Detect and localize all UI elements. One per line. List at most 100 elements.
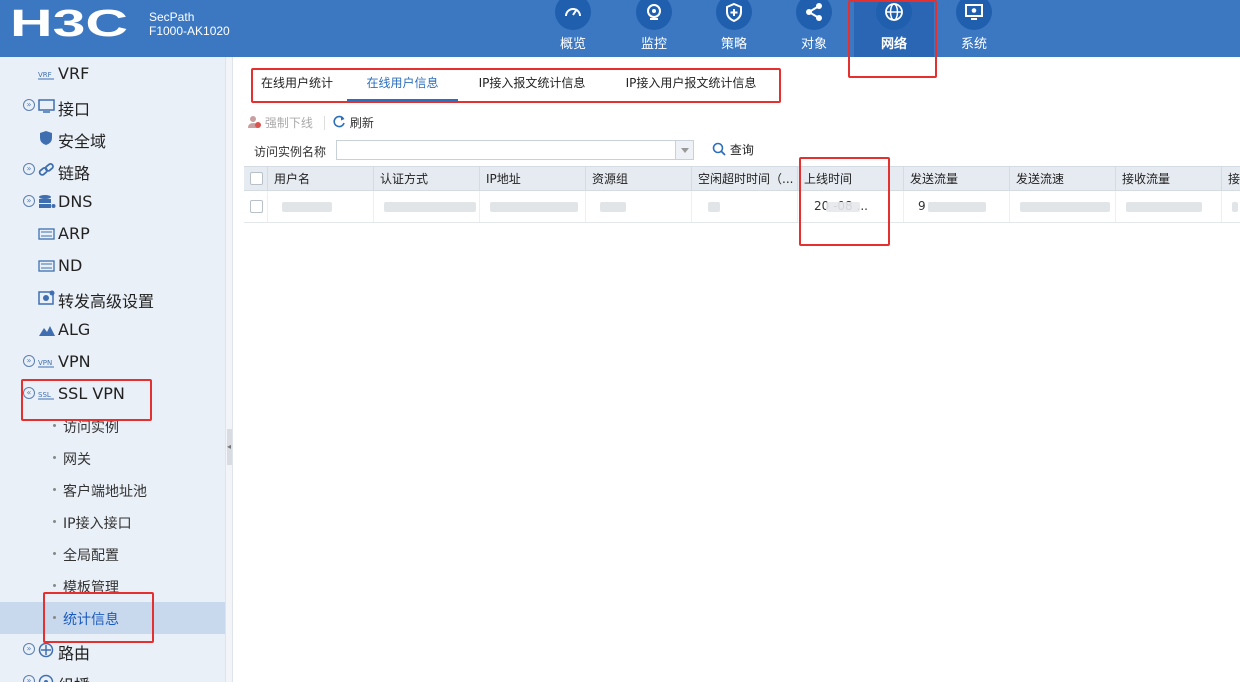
sidebar-subitem-label: 客户端地址池 <box>63 484 147 500</box>
product-line: SecPath <box>149 10 195 24</box>
sidebar-item-nd[interactable]: ND <box>0 250 225 282</box>
sidebar: VRF VRF » 接口 安全域 » 链路 » DNS ARP ND 转发高级设… <box>0 57 225 682</box>
cell-receive-traffic <box>1116 191 1222 222</box>
nav-object[interactable]: 对象 <box>774 0 854 57</box>
nav-policy[interactable]: 策略 <box>694 0 774 57</box>
collapse-sidebar-handle[interactable]: ◂ <box>227 429 232 465</box>
gauge-icon <box>565 8 581 17</box>
sidebar-splitter[interactable]: ◂ <box>225 57 233 682</box>
sidebar-item-dns[interactable]: » DNS <box>0 186 225 218</box>
nav-label: 监控 <box>640 37 667 52</box>
tab-online-user-info[interactable]: 在线用户信息 <box>347 67 458 101</box>
sidebar-item-label: 安全域 <box>58 132 107 151</box>
nav-overview[interactable]: 概览 <box>533 0 613 57</box>
link-icon <box>38 162 56 178</box>
col-resource-group[interactable]: 资源组 <box>586 167 692 191</box>
nav-monitor[interactable]: 监控 <box>614 0 694 57</box>
access-instance-select[interactable] <box>336 140 694 160</box>
alg-icon <box>38 322 56 338</box>
redacted-value <box>1020 202 1110 212</box>
nav-network[interactable]: 网络 <box>854 0 934 57</box>
sidebar-item-forward-settings[interactable]: 转发高级设置 <box>0 282 225 314</box>
expand-icon[interactable]: » <box>23 163 35 175</box>
expand-icon[interactable]: » <box>23 195 35 207</box>
cell-login-time: 20 -08 ... <box>798 191 904 222</box>
query-button[interactable]: 查询 <box>712 141 754 159</box>
col-login-time[interactable]: 上线时间 <box>798 167 904 191</box>
col-auth-method[interactable]: 认证方式 <box>374 167 480 191</box>
col-idle-timeout[interactable]: 空闲超时时间（... <box>692 167 798 191</box>
sidebar-item-label: VRF <box>58 64 90 83</box>
col-username[interactable]: 用户名 <box>268 167 374 191</box>
col-receive-rate[interactable]: 接 <box>1222 167 1240 191</box>
tab-online-user-stats[interactable]: 在线用户统计 <box>254 67 340 101</box>
row-checkbox[interactable] <box>250 200 263 213</box>
sidebar-item-link[interactable]: » 链路 <box>0 154 225 186</box>
col-label: IP地址 <box>486 172 521 186</box>
sidebar-item-interface[interactable]: » 接口 <box>0 90 225 122</box>
dropdown-arrow-icon[interactable] <box>675 141 693 159</box>
sidebar-subitem-access-instance[interactable]: 访问实例 <box>0 410 225 442</box>
col-label: 上线时间 <box>804 172 853 186</box>
sidebar-item-route[interactable]: » 路由 <box>0 634 225 666</box>
expand-icon[interactable]: » <box>23 643 35 655</box>
table-row[interactable]: 20 -08 ... 9 <box>244 191 1240 223</box>
sidebar-subitem-statistics[interactable]: 统计信息 <box>0 602 225 634</box>
sidebar-subitem-template[interactable]: 模板管理 <box>0 570 225 602</box>
sidebar-item-vpn[interactable]: » VPN VPN <box>0 346 225 378</box>
sidebar-item-label: 链路 <box>58 164 91 183</box>
col-ip-address[interactable]: IP地址 <box>480 167 586 191</box>
redacted-value <box>1232 202 1238 212</box>
sidebar-item-security-zone[interactable]: 安全域 <box>0 122 225 154</box>
refresh-button[interactable]: 刷新 <box>332 112 374 134</box>
shield-plus-icon <box>726 2 742 22</box>
sidebar-item-alg[interactable]: ALG <box>0 314 225 346</box>
multicast-icon <box>38 674 56 682</box>
col-label: 发送流速 <box>1016 172 1065 186</box>
col-label: 空闲超时时间（... <box>698 172 794 186</box>
sidebar-subitem-gateway[interactable]: 网关 <box>0 442 225 474</box>
redacted-value <box>282 202 332 212</box>
sidebar-subitem-ip-access-interface[interactable]: IP接入接口 <box>0 506 225 538</box>
tab-label: IP接入用户报文统计信息 <box>625 76 757 90</box>
sidebar-subitem-global-config[interactable]: 全局配置 <box>0 538 225 570</box>
sidebar-item-label: ALG <box>58 320 91 339</box>
force-offline-label: 强制下线 <box>264 116 313 130</box>
sidebar-item-arp[interactable]: ARP <box>0 218 225 250</box>
sidebar-subitem-label: 统计信息 <box>63 612 119 628</box>
sidebar-item-label: DNS <box>58 192 93 211</box>
sidebar-item-label: ARP <box>58 224 90 243</box>
expand-icon[interactable]: » <box>23 99 35 111</box>
monitor-eye-icon <box>647 4 661 20</box>
sidebar-item-multicast[interactable]: » 组播 <box>0 666 225 682</box>
tab-ip-access-user-packet-stats[interactable]: IP接入用户报文统计信息 <box>621 67 761 101</box>
col-label: 用户名 <box>274 172 311 186</box>
select-all-cell <box>244 167 268 191</box>
nav-label: 对象 <box>800 37 827 52</box>
sidebar-subitem-label: 网关 <box>63 452 91 468</box>
cell-send-traffic: 9 <box>904 191 1010 222</box>
force-offline-button[interactable]: 强制下线 <box>247 112 313 134</box>
tab-label: 在线用户信息 <box>366 76 439 90</box>
query-label: 查询 <box>729 143 754 157</box>
col-receive-traffic[interactable]: 接收流量 <box>1116 167 1222 191</box>
ssl-vpn-icon: SSL <box>38 386 56 402</box>
tab-ip-access-packet-stats[interactable]: IP接入报文统计信息 <box>474 67 590 101</box>
sidebar-subitem-label: 全局配置 <box>63 548 119 564</box>
col-send-rate[interactable]: 发送流速 <box>1010 167 1116 191</box>
collapse-icon[interactable]: « <box>23 387 35 399</box>
nav-label: 网络 <box>880 37 907 52</box>
sidebar-item-ssl-vpn[interactable]: « SSL SSL VPN <box>0 378 225 410</box>
access-instance-label: 访问实例名称 <box>254 145 327 159</box>
expand-icon[interactable]: » <box>23 355 35 367</box>
nav-label: 概览 <box>559 37 586 52</box>
expand-icon[interactable]: » <box>23 675 35 682</box>
col-label: 接收流量 <box>1122 172 1171 186</box>
select-all-checkbox[interactable] <box>250 172 263 185</box>
shield-icon <box>38 130 56 146</box>
sidebar-subitem-client-pool[interactable]: 客户端地址池 <box>0 474 225 506</box>
nav-system[interactable]: 系统 <box>934 0 1014 57</box>
cell-username <box>268 191 374 222</box>
col-send-traffic[interactable]: 发送流量 <box>904 167 1010 191</box>
sidebar-item-vrf[interactable]: VRF VRF <box>0 58 225 90</box>
